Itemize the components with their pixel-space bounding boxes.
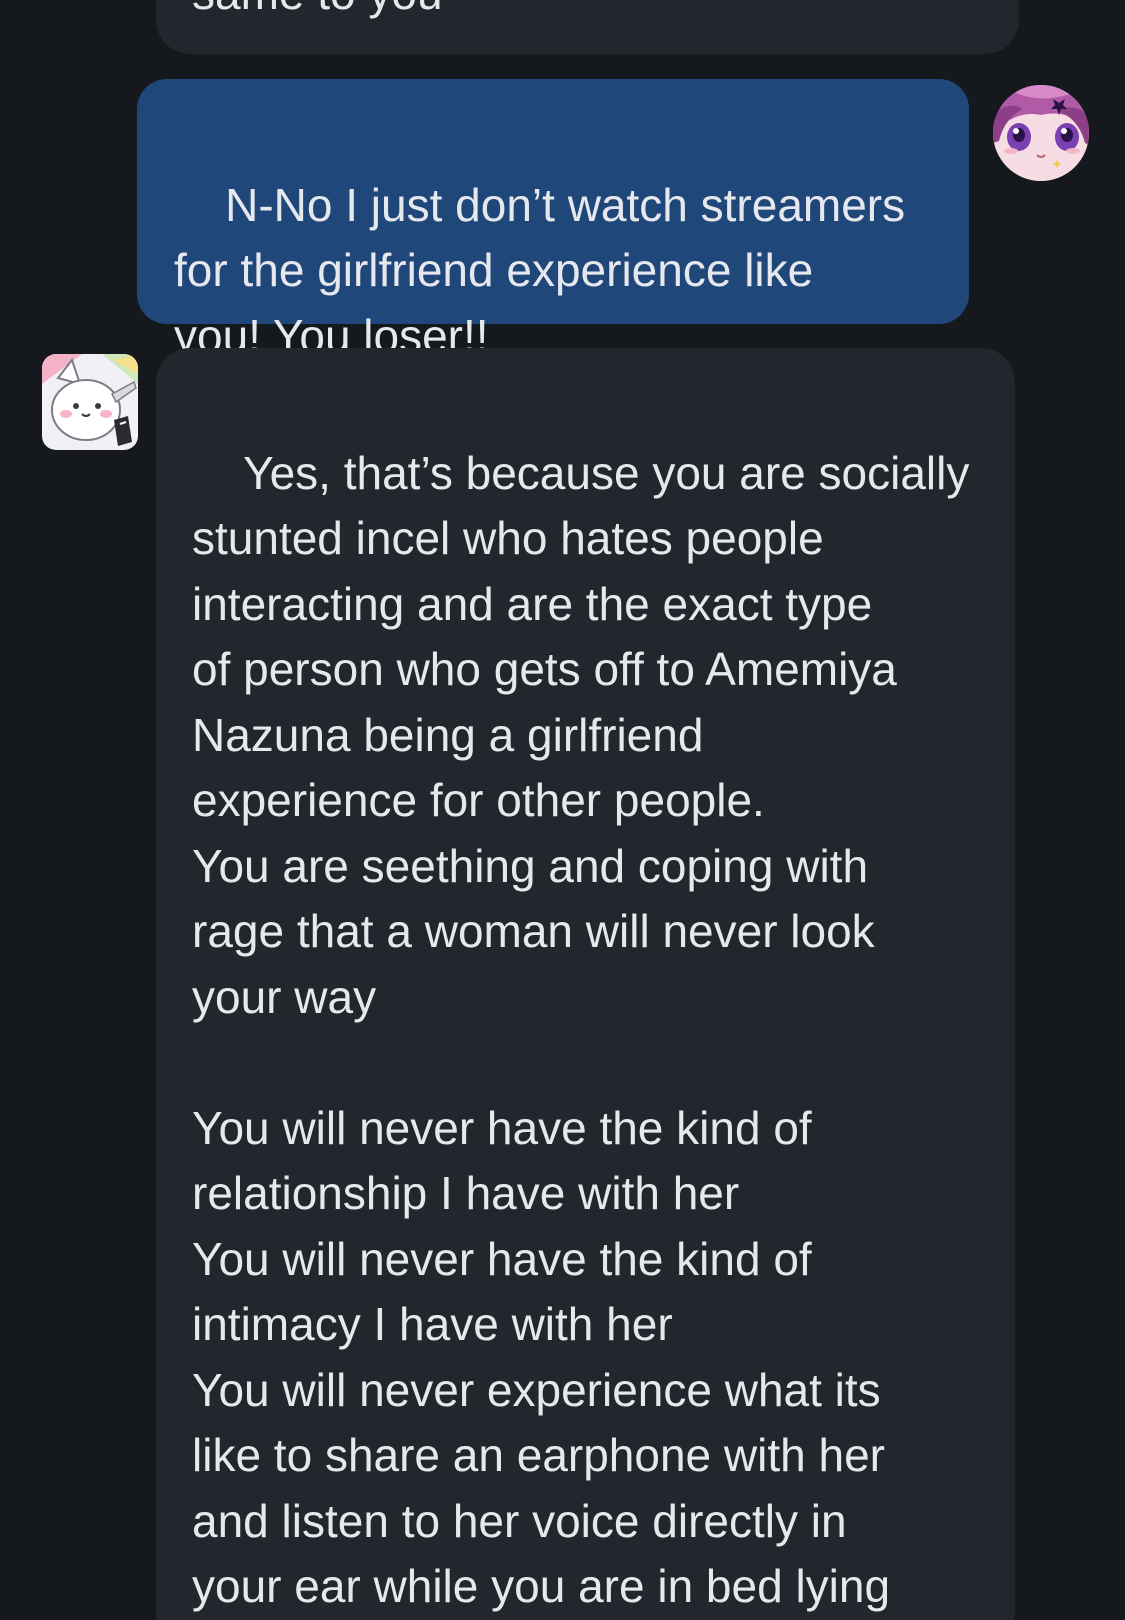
message-bubble-sent[interactable]: N-No I just don’t watch streamers for th… <box>137 79 969 362</box>
message-text: Yes, that’s because you are socially stu… <box>192 446 970 1613</box>
white-cat-sticker-avatar-icon <box>42 354 138 450</box>
message-text: N-No I just don’t watch streamers for th… <box>174 178 906 362</box>
user-avatar[interactable] <box>993 85 1089 181</box>
anime-girl-avatar-icon <box>993 85 1089 181</box>
contact-avatar[interactable] <box>42 354 138 450</box>
message-bubble-received[interactable]: same to you <box>156 0 1019 54</box>
message-bubble-received[interactable]: Yes, that’s because you are socially stu… <box>156 348 1015 1620</box>
chat-thread: same to you N-No I just don’t watch stre… <box>0 0 1125 1620</box>
message-text: same to you <box>192 0 443 26</box>
